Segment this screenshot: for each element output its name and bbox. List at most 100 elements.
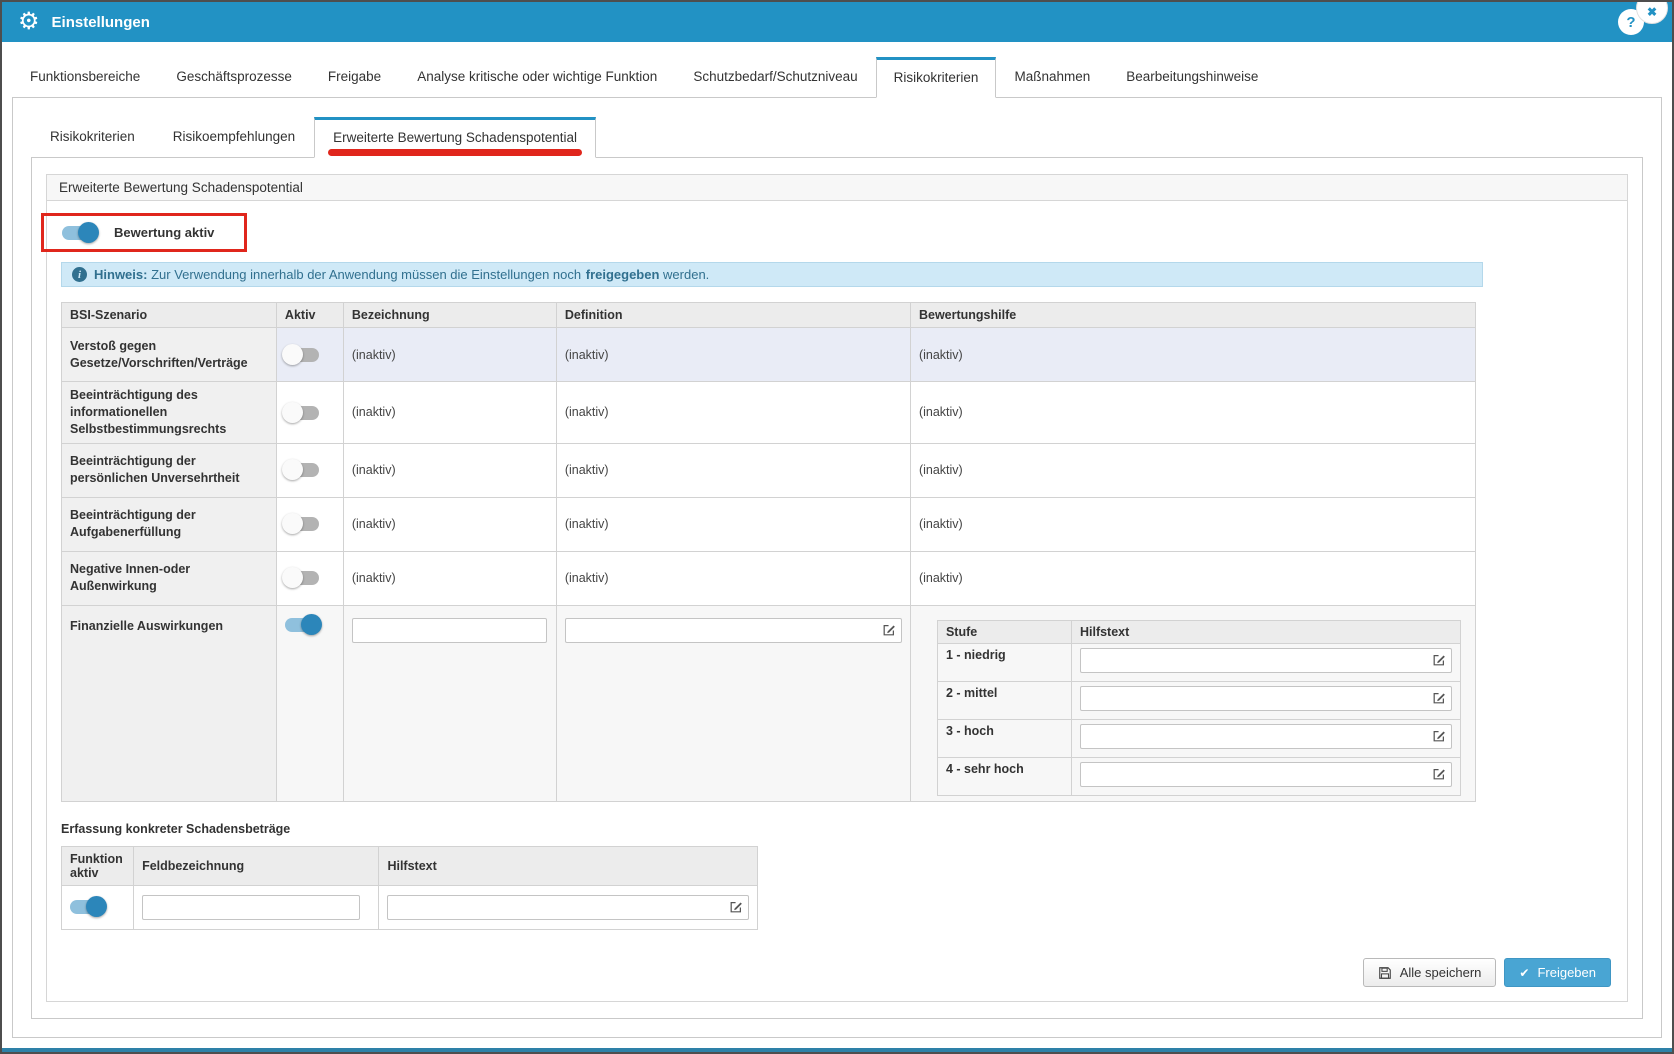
sub-tab-content: Erweiterte Bewertung Schadenspotential B… — [31, 157, 1643, 1019]
level-row: 4 - sehr hoch — [937, 757, 1460, 795]
release-label: Freigeben — [1537, 965, 1596, 980]
bezeichnung-value: (inaktiv) — [343, 551, 556, 605]
bewertungshilfe-value: (inaktiv) — [910, 551, 1475, 605]
hilfstext-input-niedrig[interactable] — [1080, 648, 1452, 673]
column-header-bezeichnung: Bezeichnung — [343, 303, 556, 328]
tab-funktionsbereiche[interactable]: Funktionsbereiche — [12, 56, 158, 97]
hilfstext-input-mittel[interactable] — [1080, 686, 1452, 711]
subtab-erweiterte-bewertung[interactable]: Erweiterte Bewertung Schadenspotential — [314, 117, 596, 158]
close-icon: ✖ — [1647, 5, 1657, 19]
damage-row — [62, 885, 758, 929]
column-header-funktion-aktiv: Funktion aktiv — [62, 846, 134, 885]
column-header-stufe: Stufe — [937, 620, 1071, 643]
edit-icon[interactable] — [1432, 729, 1446, 743]
table-row: Beeinträchtigung des informationellen Se… — [62, 382, 1476, 444]
column-header-aktiv: Aktiv — [276, 303, 343, 328]
bewertung-aktiv-toggle[interactable] — [62, 226, 96, 240]
column-header-bewertungshilfe: Bewertungshilfe — [910, 303, 1475, 328]
tab-analyse-kritische-funktion[interactable]: Analyse kritische oder wichtige Funktion — [399, 56, 675, 97]
funktion-aktiv-toggle[interactable] — [70, 900, 104, 914]
main-tab-content: Risikokriterien Risikoempfehlungen Erwei… — [12, 97, 1662, 1038]
definition-input[interactable] — [565, 618, 902, 643]
level-row: 2 - mittel — [937, 681, 1460, 719]
window-title: Einstellungen — [52, 14, 150, 31]
table-row: Verstoß gegen Gesetze/Vorschriften/Vertr… — [62, 328, 1476, 382]
tab-schutzbedarf-schutzniveau[interactable]: Schutzbedarf/Schutzniveau — [675, 56, 875, 97]
table-row: Beeinträchtigung der Aufgabenerfüllung (… — [62, 497, 1476, 551]
scenario-name: Finanzielle Auswirkungen — [62, 605, 277, 801]
level-row: 1 - niedrig — [937, 643, 1460, 681]
feldbezeichnung-input[interactable] — [142, 895, 360, 920]
toggle-knob — [282, 459, 303, 480]
save-all-button[interactable]: Alle speichern — [1363, 958, 1497, 987]
release-button[interactable]: ✔ Freigeben — [1504, 958, 1611, 987]
toggle-knob — [301, 614, 322, 635]
hilfstext-input-sehr-hoch[interactable] — [1080, 762, 1452, 787]
subtab-risikoempfehlungen[interactable]: Risikoempfehlungen — [154, 116, 314, 157]
definition-value: (inaktiv) — [556, 328, 910, 382]
hint-text-before: Zur Verwendung innerhalb der Anwendung m… — [151, 267, 581, 282]
edit-icon[interactable] — [1432, 767, 1446, 781]
tab-geschaeftsprozesse[interactable]: Geschäftsprozesse — [158, 56, 310, 97]
table-row-finanzielle-auswirkungen: Finanzielle Auswirkungen — [62, 605, 1476, 801]
toggle-knob — [282, 513, 303, 534]
level-label: 1 - niedrig — [937, 643, 1071, 681]
toggle-knob — [282, 402, 303, 423]
column-header-hilfstext: Hilfstext — [379, 846, 758, 885]
column-header-hilfstext: Hilfstext — [1071, 620, 1460, 643]
subtab-risikokriterien[interactable]: Risikokriterien — [31, 116, 154, 157]
scenario-active-toggle[interactable] — [285, 517, 319, 531]
tab-massnahmen[interactable]: Maßnahmen — [996, 56, 1108, 97]
red-box-annotation: Bewertung aktiv — [41, 213, 247, 252]
damage-header-row: Funktion aktiv Feldbezeichnung Hilfstext — [62, 846, 758, 885]
hilfstext-input[interactable] — [387, 895, 749, 920]
subtab-label: Erweiterte Bewertung Schadenspotential — [333, 130, 577, 145]
scenario-name: Beeinträchtigung der Aufgabenerfüllung — [62, 497, 277, 551]
scenario-active-toggle[interactable] — [285, 571, 319, 585]
hilfstext-input-hoch[interactable] — [1080, 724, 1452, 749]
scenario-name: Beeinträchtigung der persönlichen Unvers… — [62, 443, 277, 497]
levels-header-row: Stufe Hilfstext — [937, 620, 1460, 643]
definition-value: (inaktiv) — [556, 497, 910, 551]
edit-icon[interactable] — [1432, 653, 1446, 667]
scenario-header-row: BSI-Szenario Aktiv Bezeichnung Definitio… — [62, 303, 1476, 328]
table-row: Negative Innen-oder Außenwirkung (inakti… — [62, 551, 1476, 605]
definition-value: (inaktiv) — [556, 382, 910, 444]
scenario-active-toggle[interactable] — [285, 618, 319, 632]
damage-section-title: Erfassung konkreter Schadensbeträge — [61, 822, 1613, 836]
edit-icon[interactable] — [729, 900, 743, 914]
window-header: ⚙ Einstellungen ? ✖ — [2, 2, 1672, 42]
question-icon: ? — [1626, 14, 1635, 31]
tab-bearbeitungshinweise[interactable]: Bearbeitungshinweise — [1108, 56, 1276, 97]
main-tab-bar: Funktionsbereiche Geschäftsprozesse Frei… — [12, 56, 1662, 97]
tab-freigabe[interactable]: Freigabe — [310, 56, 399, 97]
definition-value: (inaktiv) — [556, 551, 910, 605]
toggle-knob — [282, 344, 303, 365]
levels-table: Stufe Hilfstext 1 - niedrig — [937, 620, 1461, 796]
toggle-knob — [86, 896, 107, 917]
floppy-disk-icon — [1378, 966, 1392, 980]
edit-icon[interactable] — [882, 623, 896, 637]
save-all-label: Alle speichern — [1400, 965, 1482, 980]
bezeichnung-value: (inaktiv) — [343, 443, 556, 497]
table-row: Beeinträchtigung der persönlichen Unvers… — [62, 443, 1476, 497]
action-buttons: Alle speichern ✔ Freigeben — [1363, 958, 1611, 987]
hint-banner: i Hinweis: Zur Verwendung innerhalb der … — [61, 262, 1483, 287]
edit-icon[interactable] — [1432, 691, 1446, 705]
sub-tab-bar: Risikokriterien Risikoempfehlungen Erwei… — [31, 116, 1643, 157]
scenario-active-toggle[interactable] — [285, 348, 319, 362]
panel-body: Bewertung aktiv i Hinweis: Zur Verwendun… — [47, 201, 1627, 940]
level-label: 4 - sehr hoch — [937, 757, 1071, 795]
app-window: ⚙ Einstellungen ? ✖ Funktionsbereiche Ge… — [0, 0, 1674, 1054]
settings-gear-icon: ⚙ — [18, 10, 40, 34]
bezeichnung-input[interactable] — [352, 618, 547, 643]
tab-risikokriterien[interactable]: Risikokriterien — [876, 57, 997, 98]
level-row: 3 - hoch — [937, 719, 1460, 757]
scenario-active-toggle[interactable] — [285, 463, 319, 477]
scenario-name: Verstoß gegen Gesetze/Vorschriften/Vertr… — [62, 328, 277, 382]
column-header-definition: Definition — [556, 303, 910, 328]
bezeichnung-value: (inaktiv) — [343, 497, 556, 551]
scenario-active-toggle[interactable] — [285, 406, 319, 420]
bezeichnung-value: (inaktiv) — [343, 328, 556, 382]
bewertungshilfe-value: (inaktiv) — [910, 382, 1475, 444]
